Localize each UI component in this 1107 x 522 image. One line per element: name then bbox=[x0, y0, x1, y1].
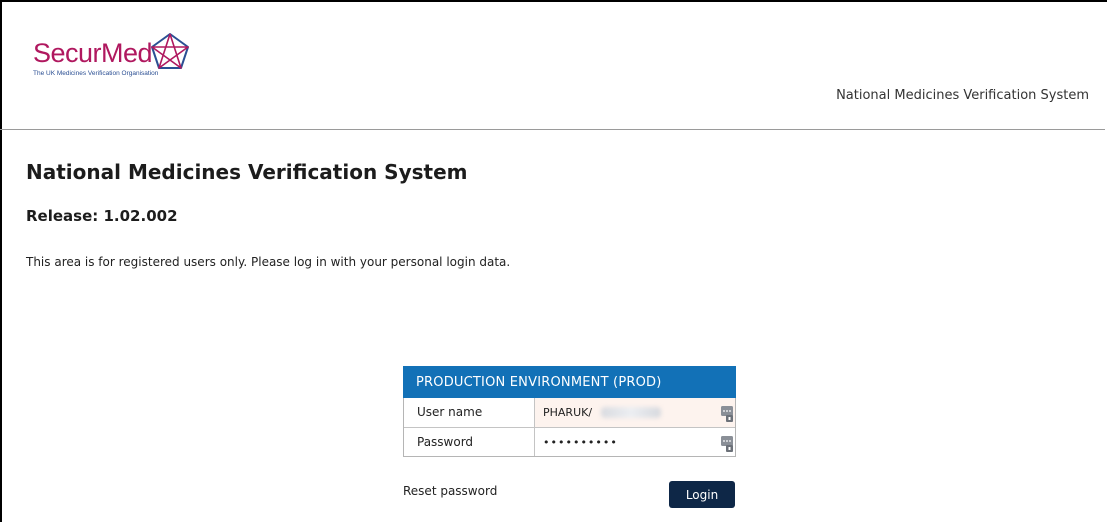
password-input[interactable] bbox=[535, 428, 735, 456]
intro-text: This area is for registered users only. … bbox=[26, 255, 511, 269]
pentagon-star-icon bbox=[151, 33, 189, 69]
page-header: SecurMed The UK Medicines Verification O… bbox=[0, 0, 1105, 130]
logo-tagline: The UK Medicines Verification Organisati… bbox=[33, 70, 159, 77]
password-manager-key-icon[interactable] bbox=[721, 404, 733, 422]
username-row: User name bbox=[404, 398, 735, 427]
password-manager-key-icon[interactable] bbox=[721, 434, 733, 452]
reset-password-link[interactable]: Reset password bbox=[403, 484, 497, 498]
environment-header: PRODUCTION ENVIRONMENT (PROD) bbox=[403, 366, 736, 398]
login-button[interactable]: Login bbox=[669, 481, 735, 508]
logo-wordmark: SecurMed bbox=[33, 38, 153, 68]
securmed-logo: SecurMed The UK Medicines Verification O… bbox=[33, 33, 189, 77]
password-row: Password bbox=[404, 427, 735, 456]
password-label: Password bbox=[404, 428, 535, 456]
username-label: User name bbox=[404, 398, 535, 427]
redacted-username bbox=[601, 407, 661, 418]
login-panel: PRODUCTION ENVIRONMENT (PROD) User name … bbox=[403, 366, 736, 457]
release-version: Release: 1.02.002 bbox=[26, 207, 178, 225]
header-system-name: National Medicines Verification System bbox=[836, 88, 1089, 103]
username-field-wrap bbox=[535, 398, 735, 427]
login-form: User name Password bbox=[403, 398, 736, 457]
page-title: National Medicines Verification System bbox=[26, 160, 468, 184]
password-field-wrap bbox=[535, 428, 735, 456]
